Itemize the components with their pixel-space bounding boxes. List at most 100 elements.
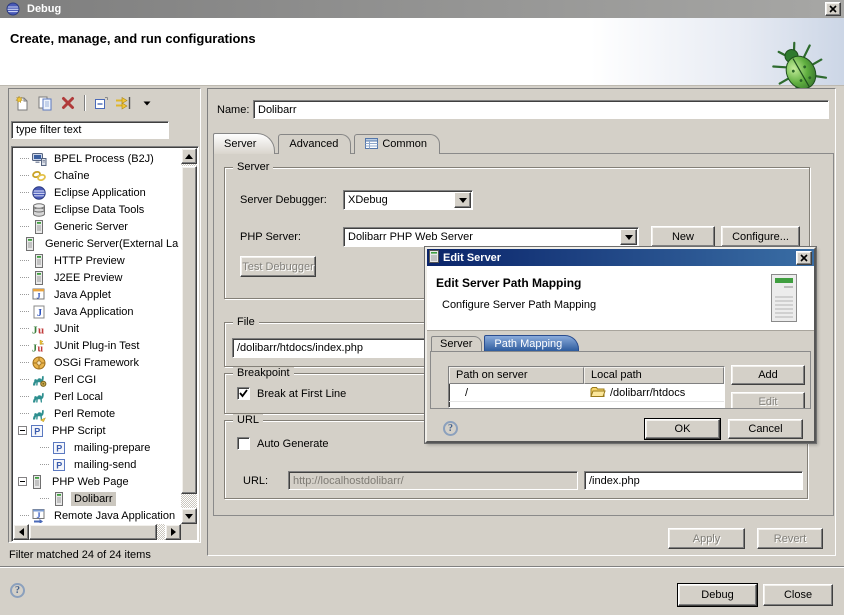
tree-item-label: mailing-prepare bbox=[71, 441, 153, 455]
tree-item-label: HTTP Preview bbox=[51, 254, 128, 268]
column-header[interactable]: Path on server bbox=[449, 367, 584, 384]
path-mapping-content: Path on serverLocal path //dolibarr/htdo… bbox=[430, 351, 811, 409]
tree-item-junit-plug-in-test[interactable]: JuJUnit Plug-in Test bbox=[14, 337, 180, 354]
tree-item-label: Generic Server bbox=[51, 220, 131, 234]
server-debugger-select[interactable]: XDebug bbox=[343, 190, 473, 210]
tab-server[interactable]: Server bbox=[213, 133, 275, 154]
php-icon: P bbox=[51, 457, 67, 473]
chevron-down-icon[interactable] bbox=[454, 192, 471, 208]
add-mapping-button[interactable]: Add bbox=[731, 365, 805, 385]
auto-generate-checkbox[interactable] bbox=[237, 437, 250, 450]
table-icon bbox=[365, 138, 378, 152]
php-server-select[interactable]: Dolibarr PHP Web Server bbox=[343, 227, 639, 247]
tree-item-java-application[interactable]: J Java Application bbox=[14, 303, 180, 320]
dialog-help-icon[interactable]: ? bbox=[443, 421, 458, 436]
filter-input[interactable] bbox=[11, 121, 169, 139]
collapse-all-icon[interactable] bbox=[91, 93, 111, 113]
url-path-input[interactable] bbox=[584, 471, 803, 490]
config-tree: BPEL Process (B2J)ChaîneEclipse Applicat… bbox=[11, 146, 199, 542]
scroll-right-button[interactable] bbox=[165, 524, 181, 540]
dialog-titlebar: Edit Server bbox=[427, 249, 814, 266]
tree-horizontal-scrollbar[interactable] bbox=[13, 524, 181, 540]
scroll-left-button[interactable] bbox=[13, 524, 29, 540]
break-first-line-checkbox[interactable] bbox=[237, 387, 250, 400]
tab-common[interactable]: Common bbox=[354, 134, 440, 154]
tree-item-eclipse-data-tools[interactable]: Eclipse Data Tools bbox=[14, 201, 180, 218]
dialog-subheading: Configure Server Path Mapping bbox=[442, 299, 596, 311]
ok-button[interactable]: OK bbox=[645, 419, 720, 439]
tree-item-label: J2EE Preview bbox=[51, 271, 125, 285]
dialog-heading: Edit Server Path Mapping bbox=[436, 276, 581, 290]
collapse-toggle-icon[interactable] bbox=[18, 426, 27, 435]
java-application-icon: J bbox=[31, 304, 47, 320]
cancel-button[interactable]: Cancel bbox=[728, 419, 803, 439]
svg-text:P: P bbox=[34, 426, 40, 436]
chevron-down-icon[interactable] bbox=[620, 229, 637, 245]
perl-cgi-icon bbox=[31, 372, 47, 388]
path-mapping-table: Path on serverLocal path //dolibarr/htdo… bbox=[448, 366, 725, 408]
tree-item-mailing-send[interactable]: Pmailing-send bbox=[14, 456, 180, 473]
tree-item-label: Java Application bbox=[51, 305, 137, 319]
help-icon[interactable]: ? bbox=[10, 583, 25, 598]
server-debugger-label: Server Debugger: bbox=[240, 194, 327, 206]
dialog-tab-server[interactable]: Server bbox=[431, 336, 482, 351]
menu-arrow-icon[interactable] bbox=[137, 93, 157, 113]
scrollbar-thumb[interactable] bbox=[29, 524, 157, 540]
close-button[interactable]: Close bbox=[763, 584, 833, 606]
new-server-button[interactable]: New bbox=[651, 226, 715, 247]
tree-item-perl-cgi[interactable]: Perl CGI bbox=[14, 371, 180, 388]
tree-item-label: Perl Local bbox=[51, 390, 106, 404]
debug-button[interactable]: Debug bbox=[678, 584, 757, 606]
tree-item-label: Generic Server(External La bbox=[42, 237, 180, 251]
tree-item-osgi-framework[interactable]: OSGi Framework bbox=[14, 354, 180, 371]
server-icon bbox=[51, 491, 67, 507]
tree-item-php-web-page[interactable]: PHP Web Page bbox=[14, 473, 180, 490]
tree-item-eclipse-application[interactable]: Eclipse Application bbox=[14, 184, 180, 201]
delete-icon[interactable] bbox=[58, 93, 78, 113]
tree-vertical-scrollbar[interactable] bbox=[181, 148, 197, 524]
window-close-button[interactable] bbox=[825, 2, 841, 16]
server-icon bbox=[31, 219, 47, 235]
svg-text:u: u bbox=[38, 343, 44, 354]
revert-button: Revert bbox=[757, 528, 823, 549]
column-header[interactable]: Local path bbox=[584, 367, 724, 384]
duplicate-icon[interactable] bbox=[35, 93, 55, 113]
tree-item-j2ee-preview[interactable]: J2EE Preview bbox=[14, 269, 180, 286]
scroll-up-button[interactable] bbox=[181, 148, 197, 164]
tree-item-perl-local[interactable]: Perl Local bbox=[14, 388, 180, 405]
path-on-server-cell: / bbox=[449, 387, 584, 399]
configure-server-button[interactable]: Configure... bbox=[721, 226, 800, 247]
tree-item-php-script[interactable]: P PHP Script bbox=[14, 422, 180, 439]
tab-advanced[interactable]: Advanced bbox=[278, 134, 351, 154]
name-input[interactable] bbox=[253, 100, 829, 119]
config-toolbar bbox=[12, 92, 157, 114]
tree-item-label: PHP Script bbox=[49, 424, 109, 438]
bpel-process-icon bbox=[31, 151, 47, 167]
collapse-toggle-icon[interactable] bbox=[18, 477, 27, 486]
tree-item-mailing-prepare[interactable]: Pmailing-prepare bbox=[14, 439, 180, 456]
tree-item-generic-server[interactable]: Generic Server bbox=[14, 218, 180, 235]
tree-item-remote-java-application[interactable]: JRemote Java Application bbox=[14, 507, 180, 523]
name-label: Name: bbox=[217, 104, 249, 116]
tree-item-bpel-process-b2j[interactable]: BPEL Process (B2J) bbox=[14, 150, 180, 167]
tree-item-perl-remote[interactable]: Perl Remote bbox=[14, 405, 180, 422]
filter-icon[interactable] bbox=[114, 93, 134, 113]
tree-item-label: BPEL Process (B2J) bbox=[51, 152, 157, 166]
table-row[interactable]: //dolibarr/htdocs bbox=[449, 384, 724, 402]
tree-item-cha-ne[interactable]: Chaîne bbox=[14, 167, 180, 184]
tree-item-generic-server-external-la[interactable]: Generic Server(External La bbox=[14, 235, 180, 252]
dialog-tab-path-mapping[interactable]: Path Mapping bbox=[484, 335, 579, 351]
tree-item-junit[interactable]: JuJUnit bbox=[14, 320, 180, 337]
scroll-down-button[interactable] bbox=[181, 508, 197, 524]
new-config-icon[interactable] bbox=[12, 93, 32, 113]
dialog-close-button[interactable] bbox=[796, 251, 812, 265]
tree-item-http-preview[interactable]: HTTP Preview bbox=[14, 252, 180, 269]
server-tower-icon bbox=[770, 273, 798, 326]
php-icon: P bbox=[29, 423, 45, 439]
scrollbar-thumb[interactable] bbox=[181, 166, 197, 494]
tree-item-label: OSGi Framework bbox=[51, 356, 142, 370]
tree-item-java-applet[interactable]: JJava Applet bbox=[14, 286, 180, 303]
tree-item-dolibarr[interactable]: Dolibarr bbox=[14, 490, 180, 507]
tree-item-label: JUnit bbox=[51, 322, 82, 336]
eclipse-icon bbox=[3, 0, 23, 19]
